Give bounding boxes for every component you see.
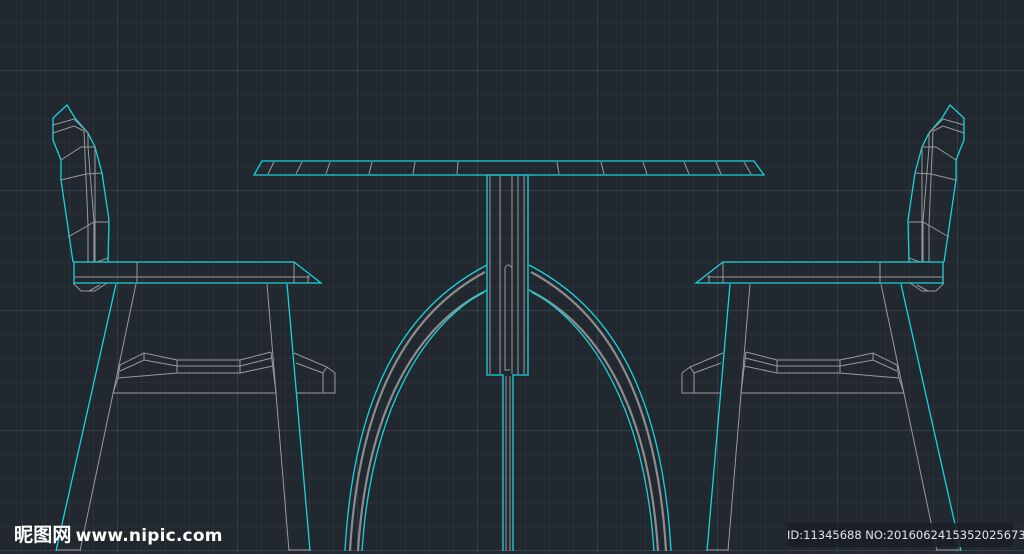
left-chair xyxy=(52,104,336,552)
table xyxy=(252,160,766,552)
table-pedestal xyxy=(486,174,529,551)
cad-drawing-canvas[interactable]: 昵图网 www.nipic.com ID:11345688 NO:20160624… xyxy=(0,0,1024,554)
table-top xyxy=(252,160,766,176)
right-chair xyxy=(681,104,965,552)
table-top-hatching xyxy=(267,161,752,175)
table-leg-right xyxy=(528,264,672,552)
watermark-logo: 昵图网 www.nipic.com xyxy=(14,524,223,547)
watermark-id: ID:11345688 NO:20160624153520256737 xyxy=(787,523,1024,547)
watermark-url: www.nipic.com xyxy=(75,526,223,546)
cad-drawing xyxy=(0,0,1024,554)
table-leg-left xyxy=(344,264,488,552)
watermark-site-name: 昵图网 xyxy=(14,524,72,546)
